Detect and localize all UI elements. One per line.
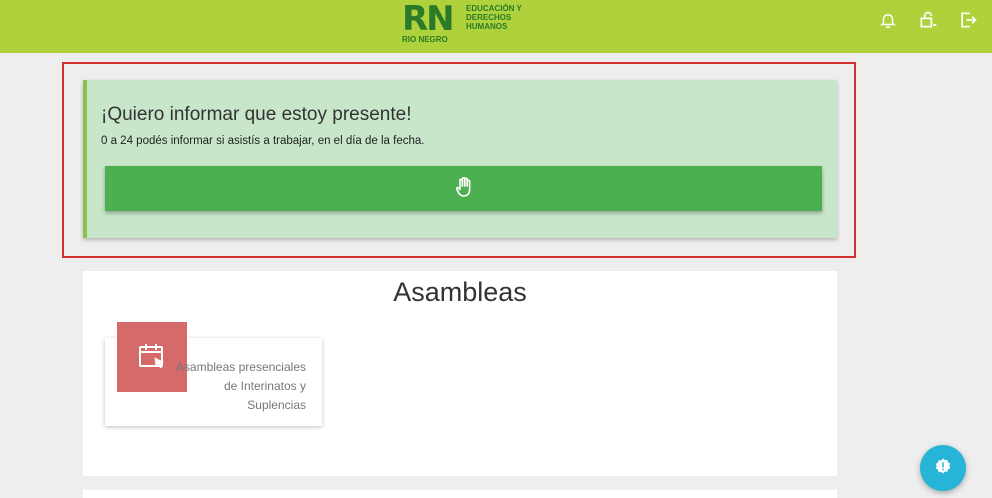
assembly-card[interactable]: Asambleas presenciales de Interinatos y … — [105, 322, 322, 426]
assembly-card-text: Asambleas presenciales de Interinatos y … — [175, 360, 306, 412]
logo: RN RIO NEGRO EDUCACIÓN Y DERECHOS HUMANO… — [402, 0, 532, 48]
asambleas-title: Asambleas — [393, 277, 527, 307]
asambleas-panel: Asambleas Asambleas presenciales de Inte… — [83, 271, 837, 476]
present-button[interactable] — [105, 166, 822, 211]
logo-rio-negro: RIO NEGRO — [402, 35, 448, 44]
alert-icon — [934, 457, 952, 480]
top-bar: RN RIO NEGRO EDUCACIÓN Y DERECHOS HUMANO… — [0, 0, 992, 53]
logout-icon[interactable] — [956, 8, 980, 32]
present-card: ¡Quiero informar que estoy presente! 0 a… — [83, 80, 837, 238]
alert-fab[interactable] — [920, 445, 966, 491]
present-subtitle: 0 a 24 podés informar si asistís a traba… — [101, 135, 425, 147]
present-title: ¡Quiero informar que estoy presente! — [101, 104, 412, 125]
logo-text: EDUCACIÓN Y DERECHOS HUMANOS — [466, 4, 522, 31]
hand-icon — [454, 176, 474, 201]
top-icons — [876, 8, 980, 32]
bell-icon[interactable] — [876, 8, 900, 32]
user-lock-icon[interactable] — [916, 8, 940, 32]
bottom-panel — [83, 490, 837, 498]
logo-rn: RN — [402, 0, 455, 39]
